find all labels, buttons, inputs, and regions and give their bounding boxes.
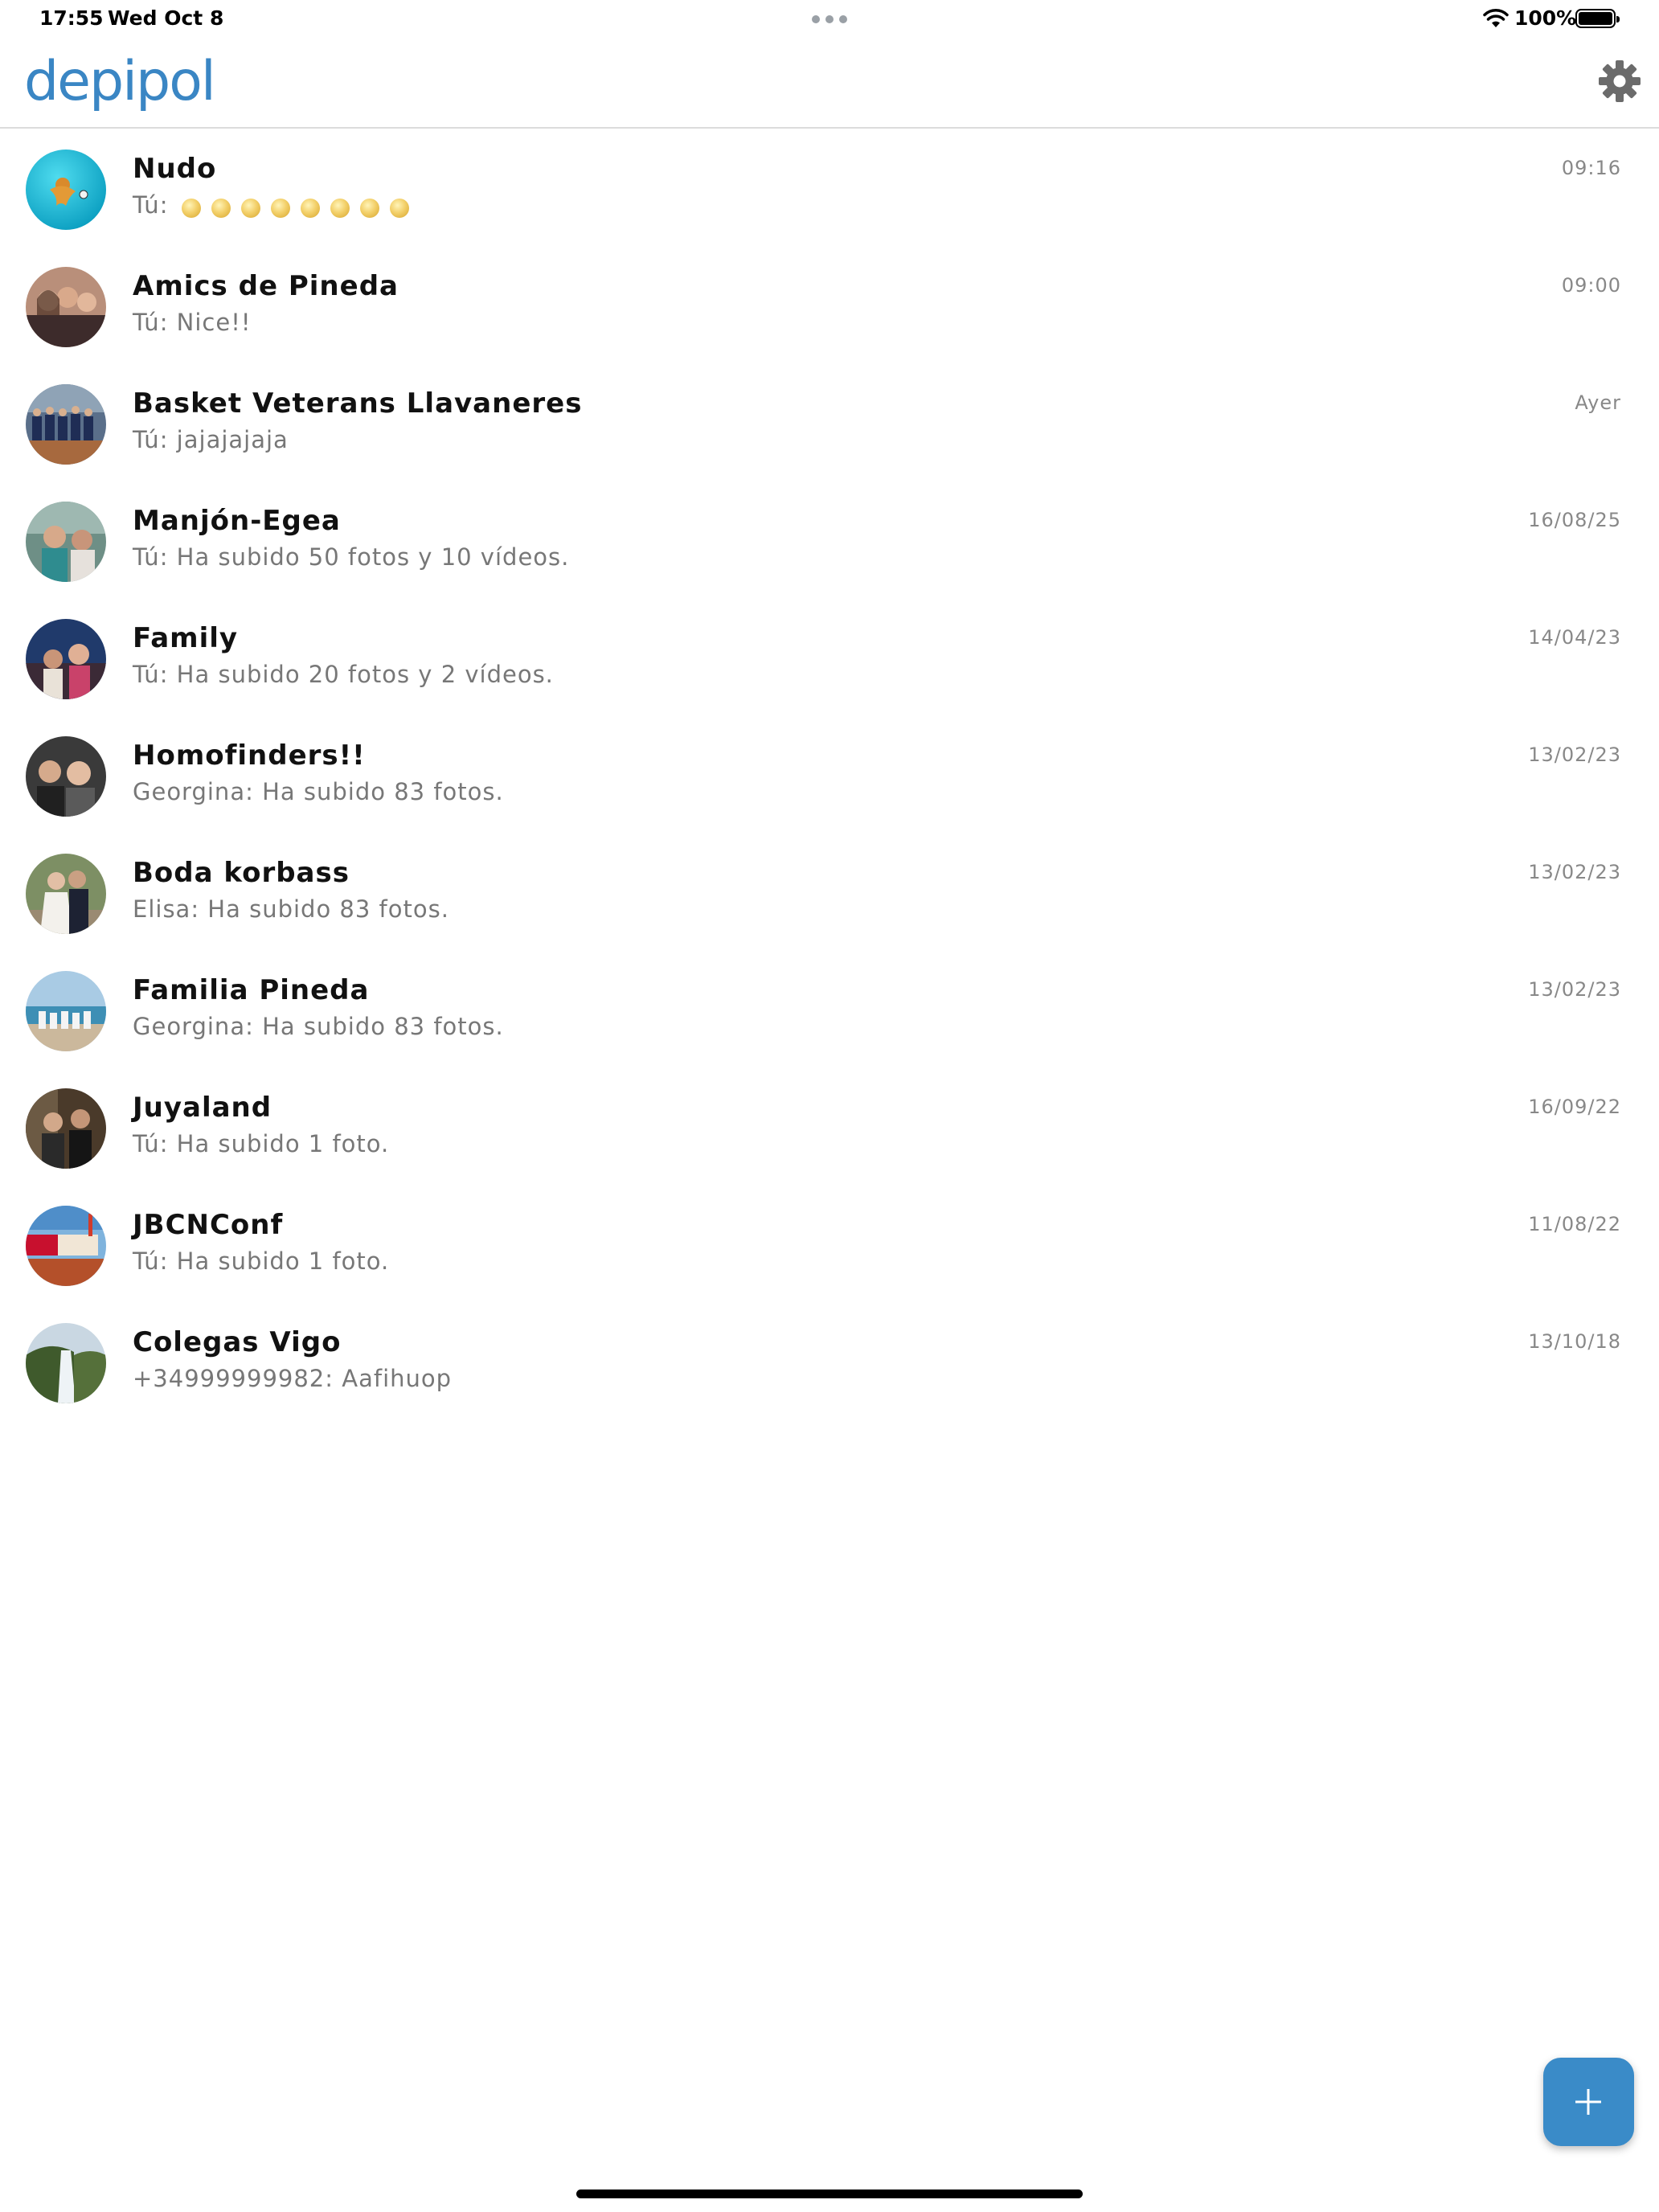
chat-time: 13/02/23: [1528, 861, 1621, 883]
chat-row-boda-korbass[interactable]: Boda korbass Elisa: Ha subido 83 fotos. …: [0, 833, 1659, 950]
gear-icon[interactable]: [1598, 59, 1641, 103]
chat-name: Familia Pineda: [133, 974, 370, 1006]
chat-row-colegas-vigo[interactable]: Colegas Vigo +34999999982: Aafihuop 13/1…: [0, 1302, 1659, 1419]
chat-name: Family: [133, 622, 239, 654]
status-time: 17:55: [39, 6, 104, 30]
chat-name: Basket Veterans Llavaneres: [133, 387, 583, 420]
battery-percentage: 100%: [1514, 6, 1577, 30]
chat-name: Juyaland: [133, 1092, 272, 1124]
chat-time: 11/08/22: [1528, 1213, 1621, 1235]
app-logo: depipol: [24, 50, 216, 113]
chat-time: 13/02/23: [1528, 978, 1621, 1001]
chat-preview: Georgina: Ha subido 83 fotos.: [133, 1013, 504, 1040]
chat-preview: Tú: Ha subido 1 foto.: [133, 1130, 390, 1157]
avatar-jbcnconf: [26, 1206, 106, 1286]
chat-preview: Tú: Ha subido 50 fotos y 10 vídeos.: [133, 543, 570, 571]
avatar-nudo: [26, 150, 106, 230]
app-header: depipol: [0, 39, 1659, 129]
chat-name: Nudo: [133, 153, 217, 185]
home-indicator[interactable]: [576, 2189, 1083, 2198]
chat-time: 16/09/22: [1528, 1096, 1621, 1118]
chat-time: 14/04/23: [1528, 626, 1621, 649]
avatar-boda-korbass: [26, 854, 106, 934]
chat-preview: Tú: jajajajaja: [133, 426, 289, 453]
battery-icon: [1575, 9, 1620, 28]
chat-row-familia-pineda[interactable]: Familia Pineda Georgina: Ha subido 83 fo…: [0, 950, 1659, 1067]
chat-time: 09:00: [1561, 274, 1621, 297]
plus-icon: [1575, 2089, 1601, 2115]
chat-name: JBCNConf: [133, 1209, 284, 1241]
chat-row-nudo[interactable]: Nudo Tú: 09:16: [0, 129, 1659, 246]
avatar-manjon-egea: [26, 502, 106, 582]
chat-preview-sender: Tú:: [133, 191, 169, 219]
chat-preview: Tú: Ha subido 1 foto.: [133, 1247, 390, 1275]
chat-row-manjon-egea[interactable]: Manjón-Egea Tú: Ha subido 50 fotos y 10 …: [0, 481, 1659, 598]
chat-name: Boda korbass: [133, 857, 350, 889]
chat-name: Manjón-Egea: [133, 505, 341, 537]
status-date: Wed Oct 8: [108, 6, 224, 30]
wifi-icon: [1483, 9, 1509, 27]
chat-preview: Tú: Nice!!: [133, 309, 252, 336]
avatar-family: [26, 619, 106, 699]
chat-row-jbcnconf[interactable]: JBCNConf Tú: Ha subido 1 foto. 11/08/22: [0, 1185, 1659, 1302]
chat-preview: Elisa: Ha subido 83 fotos.: [133, 895, 449, 923]
chat-name: Colegas Vigo: [133, 1326, 342, 1358]
chat-preview: Tú:: [133, 191, 420, 220]
chat-name: Homofinders!!: [133, 739, 366, 772]
multitasking-dots-icon[interactable]: [812, 15, 847, 23]
avatar-colegas-vigo: [26, 1323, 106, 1403]
chat-time: 09:16: [1561, 157, 1621, 179]
chat-time: Ayer: [1575, 391, 1621, 414]
avatar-juyaland: [26, 1088, 106, 1169]
emoji-stickers-icon: [181, 193, 420, 220]
new-chat-button[interactable]: [1543, 2058, 1634, 2146]
chat-time: 13/10/18: [1528, 1330, 1621, 1353]
chat-name: Amics de Pineda: [133, 270, 399, 302]
chat-preview: Georgina: Ha subido 83 fotos.: [133, 778, 504, 805]
chat-preview: +34999999982: Aafihuop: [133, 1365, 453, 1392]
avatar-homofinders: [26, 736, 106, 817]
avatar-familia-pineda: [26, 971, 106, 1051]
chat-time: 16/08/25: [1528, 509, 1621, 531]
chat-row-basket-veterans-llavaneres[interactable]: Basket Veterans Llavaneres Tú: jajajajaj…: [0, 363, 1659, 481]
chat-row-juyaland[interactable]: Juyaland Tú: Ha subido 1 foto. 16/09/22: [0, 1067, 1659, 1185]
chat-preview: Tú: Ha subido 20 fotos y 2 vídeos.: [133, 661, 554, 688]
chat-time: 13/02/23: [1528, 743, 1621, 766]
status-bar: 17:55 Wed Oct 8 100%: [0, 0, 1659, 39]
avatar-basket-veterans-llavaneres: [26, 384, 106, 465]
chat-list: Nudo Tú: 09:16 Amics de Pineda Tú: Nice!…: [0, 129, 1659, 1419]
chat-row-family[interactable]: Family Tú: Ha subido 20 fotos y 2 vídeos…: [0, 598, 1659, 715]
chat-row-amics-de-pineda[interactable]: Amics de Pineda Tú: Nice!! 09:00: [0, 246, 1659, 363]
avatar-amics-de-pineda: [26, 267, 106, 347]
chat-row-homofinders[interactable]: Homofinders!! Georgina: Ha subido 83 fot…: [0, 715, 1659, 833]
